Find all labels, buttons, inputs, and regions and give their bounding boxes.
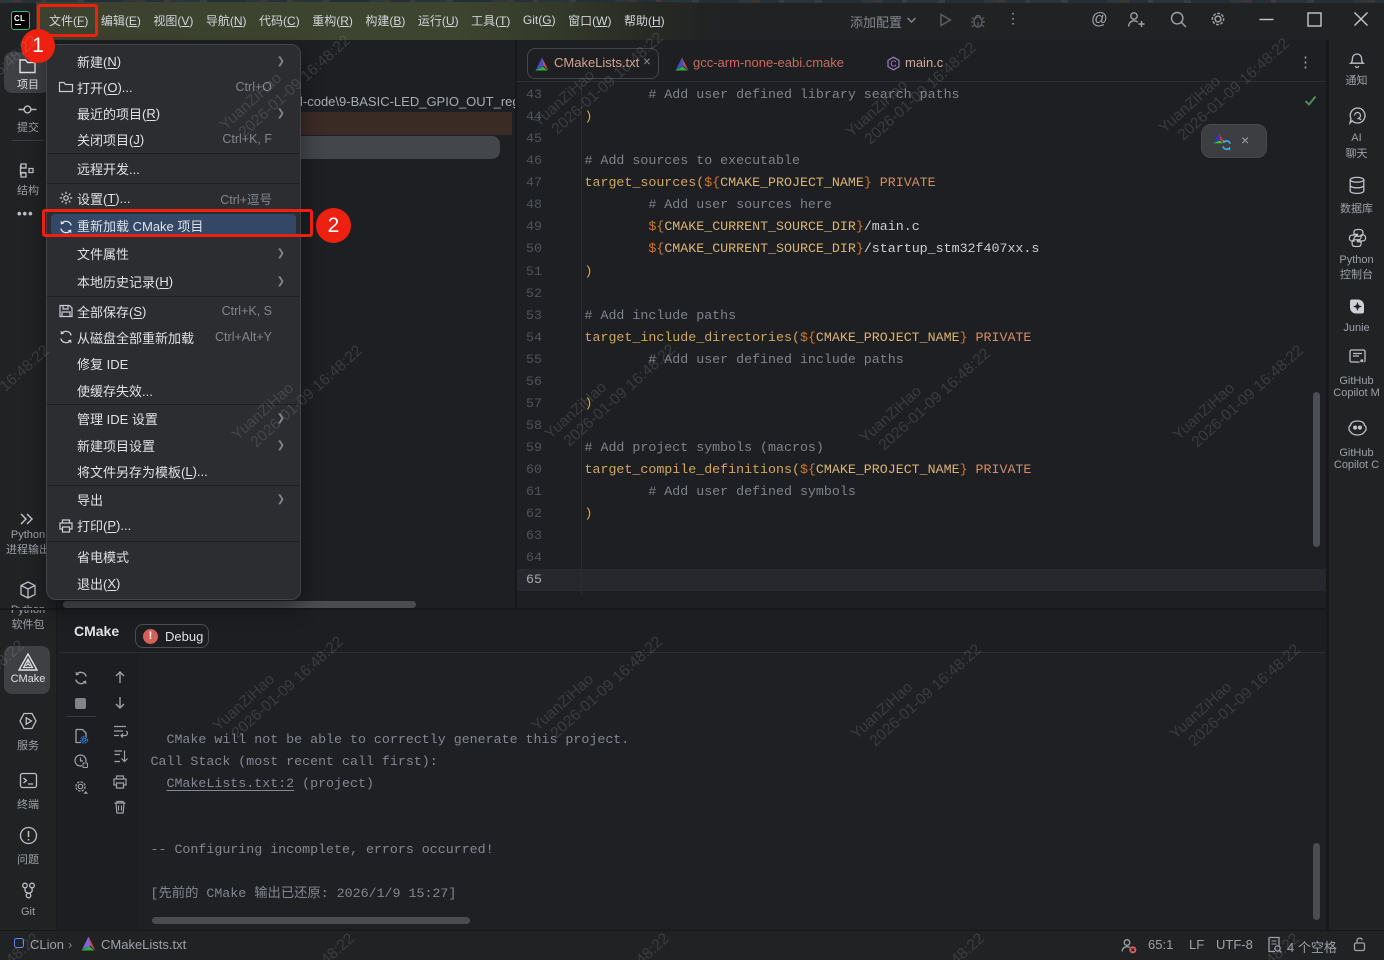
svg-text:C: C: [890, 59, 896, 69]
